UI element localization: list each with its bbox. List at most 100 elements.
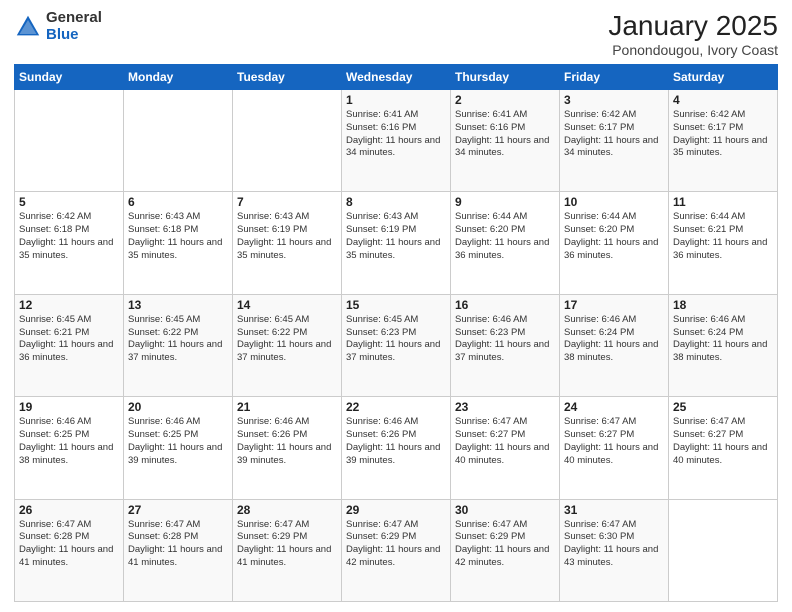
calendar-cell: 10 Sunrise: 6:44 AMSunset: 6:20 PMDayligh… <box>560 192 669 294</box>
calendar-cell: 3 Sunrise: 6:42 AMSunset: 6:17 PMDaylight… <box>560 90 669 192</box>
day-info: Sunrise: 6:47 AMSunset: 6:28 PMDaylight:… <box>128 519 228 570</box>
calendar-cell: 1 Sunrise: 6:41 AMSunset: 6:16 PMDaylight… <box>342 90 451 192</box>
day-info: Sunrise: 6:43 AMSunset: 6:19 PMDaylight:… <box>237 211 337 262</box>
header: General Blue January 2025 Ponondougou, I… <box>14 10 778 58</box>
day-info: Sunrise: 6:44 AMSunset: 6:20 PMDaylight:… <box>564 211 664 262</box>
calendar-cell <box>124 90 233 192</box>
calendar-cell: 29Sunrise: 6:47 AMSunset: 6:29 PMDayligh… <box>342 499 451 601</box>
calendar-cell: 12 Sunrise: 6:45 AMSunset: 6:21 PMDayligh… <box>15 294 124 396</box>
calendar-week: 19Sunrise: 6:46 AMSunset: 6:25 PMDayligh… <box>15 397 778 499</box>
day-info: Sunrise: 6:44 AMSunset: 6:20 PMDaylight:… <box>455 211 555 262</box>
day-header: Sunday <box>15 65 124 90</box>
calendar-cell: 25 Sunrise: 6:47 AMSunset: 6:27 PMDayligh… <box>669 397 778 499</box>
logo: General Blue <box>14 10 102 43</box>
day-info: Sunrise: 6:43 AMSunset: 6:19 PMDaylight:… <box>346 211 446 262</box>
day-info: Sunrise: 6:47 AMSunset: 6:29 PMDaylight:… <box>455 519 555 570</box>
day-number: 21 <box>237 400 337 414</box>
day-header: Saturday <box>669 65 778 90</box>
calendar-cell: 31 Sunrise: 6:47 AMSunset: 6:30 PMDayligh… <box>560 499 669 601</box>
day-number: 4 <box>673 93 773 107</box>
day-info: Sunrise: 6:42 AMSunset: 6:17 PMDaylight:… <box>564 109 664 160</box>
page: General Blue January 2025 Ponondougou, I… <box>0 0 792 612</box>
day-number: 28 <box>237 503 337 517</box>
logo-blue: Blue <box>46 27 102 44</box>
day-number: 3 <box>564 93 664 107</box>
day-number: 18 <box>673 298 773 312</box>
calendar-cell: 18 Sunrise: 6:46 AMSunset: 6:24 PMDayligh… <box>669 294 778 396</box>
day-number: 17 <box>564 298 664 312</box>
day-info: Sunrise: 6:41 AMSunset: 6:16 PMDaylight:… <box>346 109 446 160</box>
day-number: 8 <box>346 195 446 209</box>
calendar-cell: 24Sunrise: 6:47 AMSunset: 6:27 PMDayligh… <box>560 397 669 499</box>
day-number: 14 <box>237 298 337 312</box>
day-number: 22 <box>346 400 446 414</box>
day-header: Friday <box>560 65 669 90</box>
day-info: Sunrise: 6:42 AMSunset: 6:17 PMDaylight:… <box>673 109 773 160</box>
calendar-cell: 9 Sunrise: 6:44 AMSunset: 6:20 PMDaylight… <box>451 192 560 294</box>
logo-text: General Blue <box>46 10 102 43</box>
day-info: Sunrise: 6:45 AMSunset: 6:21 PMDaylight:… <box>19 314 119 365</box>
calendar-cell: 5 Sunrise: 6:42 AMSunset: 6:18 PMDaylight… <box>15 192 124 294</box>
calendar-cell: 13 Sunrise: 6:45 AMSunset: 6:22 PMDayligh… <box>124 294 233 396</box>
day-number: 9 <box>455 195 555 209</box>
calendar-cell: 19Sunrise: 6:46 AMSunset: 6:25 PMDayligh… <box>15 397 124 499</box>
calendar-week: 12 Sunrise: 6:45 AMSunset: 6:21 PMDayligh… <box>15 294 778 396</box>
calendar-cell: 14 Sunrise: 6:45 AMSunset: 6:22 PMDayligh… <box>233 294 342 396</box>
day-info: Sunrise: 6:45 AMSunset: 6:22 PMDaylight:… <box>237 314 337 365</box>
day-number: 7 <box>237 195 337 209</box>
day-header: Wednesday <box>342 65 451 90</box>
calendar-cell: 30 Sunrise: 6:47 AMSunset: 6:29 PMDayligh… <box>451 499 560 601</box>
calendar-cell <box>233 90 342 192</box>
day-info: Sunrise: 6:46 AMSunset: 6:25 PMDaylight:… <box>128 416 228 467</box>
day-number: 30 <box>455 503 555 517</box>
calendar-cell <box>15 90 124 192</box>
day-info: Sunrise: 6:47 AMSunset: 6:27 PMDaylight:… <box>673 416 773 467</box>
day-number: 12 <box>19 298 119 312</box>
day-info: Sunrise: 6:45 AMSunset: 6:22 PMDaylight:… <box>128 314 228 365</box>
day-info: Sunrise: 6:46 AMSunset: 6:23 PMDaylight:… <box>455 314 555 365</box>
day-info: Sunrise: 6:47 AMSunset: 6:27 PMDaylight:… <box>564 416 664 467</box>
day-info: Sunrise: 6:41 AMSunset: 6:16 PMDaylight:… <box>455 109 555 160</box>
day-number: 27 <box>128 503 228 517</box>
day-number: 13 <box>128 298 228 312</box>
day-info: Sunrise: 6:46 AMSunset: 6:26 PMDaylight:… <box>346 416 446 467</box>
day-number: 10 <box>564 195 664 209</box>
calendar-cell: 7 Sunrise: 6:43 AMSunset: 6:19 PMDaylight… <box>233 192 342 294</box>
calendar-cell: 16 Sunrise: 6:46 AMSunset: 6:23 PMDayligh… <box>451 294 560 396</box>
calendar-cell: 23 Sunrise: 6:47 AMSunset: 6:27 PMDayligh… <box>451 397 560 499</box>
calendar-cell: 17Sunrise: 6:46 AMSunset: 6:24 PMDayligh… <box>560 294 669 396</box>
day-number: 23 <box>455 400 555 414</box>
day-info: Sunrise: 6:46 AMSunset: 6:24 PMDaylight:… <box>673 314 773 365</box>
day-info: Sunrise: 6:44 AMSunset: 6:21 PMDaylight:… <box>673 211 773 262</box>
calendar-header: SundayMondayTuesdayWednesdayThursdayFrid… <box>15 65 778 90</box>
calendar-cell: 28Sunrise: 6:47 AMSunset: 6:29 PMDayligh… <box>233 499 342 601</box>
day-number: 5 <box>19 195 119 209</box>
day-number: 29 <box>346 503 446 517</box>
calendar-cell: 26Sunrise: 6:47 AMSunset: 6:28 PMDayligh… <box>15 499 124 601</box>
calendar-cell: 15Sunrise: 6:45 AMSunset: 6:23 PMDayligh… <box>342 294 451 396</box>
calendar-week: 26Sunrise: 6:47 AMSunset: 6:28 PMDayligh… <box>15 499 778 601</box>
day-number: 15 <box>346 298 446 312</box>
header-row: SundayMondayTuesdayWednesdayThursdayFrid… <box>15 65 778 90</box>
main-title: January 2025 <box>608 10 778 42</box>
day-info: Sunrise: 6:47 AMSunset: 6:30 PMDaylight:… <box>564 519 664 570</box>
calendar-cell: 22 Sunrise: 6:46 AMSunset: 6:26 PMDayligh… <box>342 397 451 499</box>
day-header: Thursday <box>451 65 560 90</box>
day-header: Tuesday <box>233 65 342 90</box>
day-number: 6 <box>128 195 228 209</box>
calendar-week: 1 Sunrise: 6:41 AMSunset: 6:16 PMDaylight… <box>15 90 778 192</box>
day-info: Sunrise: 6:42 AMSunset: 6:18 PMDaylight:… <box>19 211 119 262</box>
day-number: 31 <box>564 503 664 517</box>
calendar-cell: 8 Sunrise: 6:43 AMSunset: 6:19 PMDaylight… <box>342 192 451 294</box>
day-number: 25 <box>673 400 773 414</box>
calendar-cell: 21 Sunrise: 6:46 AMSunset: 6:26 PMDayligh… <box>233 397 342 499</box>
calendar-body: 1 Sunrise: 6:41 AMSunset: 6:16 PMDaylight… <box>15 90 778 602</box>
day-number: 16 <box>455 298 555 312</box>
day-info: Sunrise: 6:46 AMSunset: 6:26 PMDaylight:… <box>237 416 337 467</box>
subtitle: Ponondougou, Ivory Coast <box>608 42 778 58</box>
day-number: 1 <box>346 93 446 107</box>
calendar-cell: 2Sunrise: 6:41 AMSunset: 6:16 PMDaylight… <box>451 90 560 192</box>
calendar-cell: 11Sunrise: 6:44 AMSunset: 6:21 PMDayligh… <box>669 192 778 294</box>
day-info: Sunrise: 6:47 AMSunset: 6:27 PMDaylight:… <box>455 416 555 467</box>
day-info: Sunrise: 6:46 AMSunset: 6:25 PMDaylight:… <box>19 416 119 467</box>
